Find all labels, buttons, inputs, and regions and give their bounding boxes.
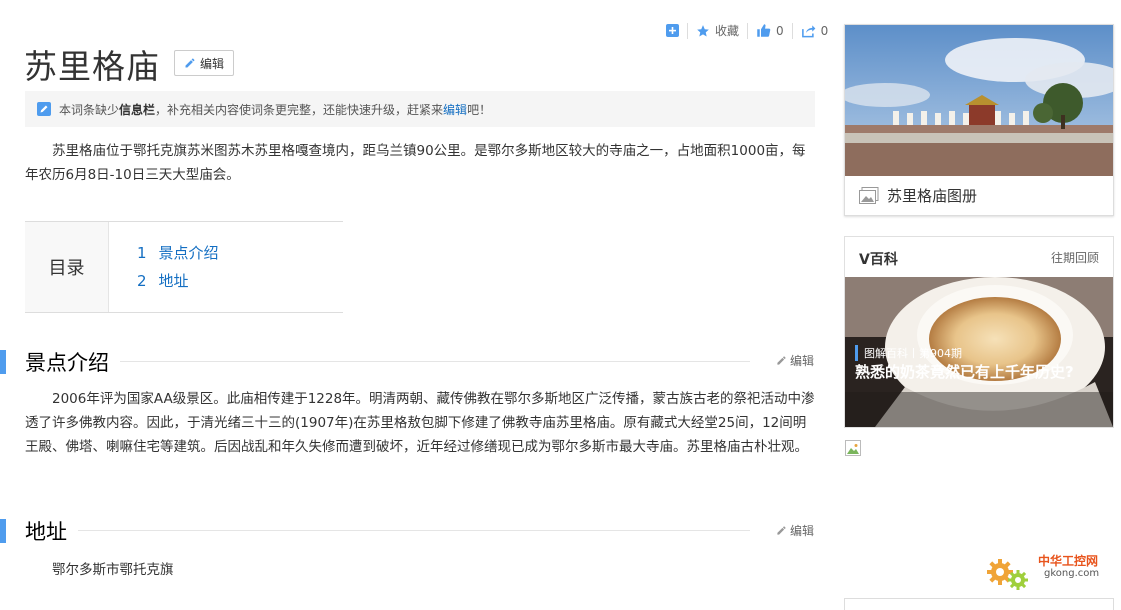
vbaike-article-title[interactable]: 熟悉的奶茶竟然已有上千年历史? xyxy=(855,361,1074,382)
toc-item-number: 1 xyxy=(137,244,147,262)
album-caption-label: 苏里格庙图册 xyxy=(887,187,978,205)
edit-entry-button[interactable]: 编辑 xyxy=(174,50,234,76)
page-title: 苏里格庙 xyxy=(24,47,160,86)
notice-text-middle: ，补充相关内容使词条更完整，还能快速升级，赶紧来 xyxy=(155,102,444,117)
share-button[interactable]: 0 xyxy=(793,24,837,38)
section-divider xyxy=(78,530,750,531)
watermark-line2: gkong.com xyxy=(1044,568,1100,579)
toc-label: 目录 xyxy=(25,222,109,312)
pencil-icon xyxy=(777,526,786,535)
toc-item-label: 景点介绍 xyxy=(158,244,219,262)
section-title-scenic: 景点介绍 xyxy=(25,347,117,377)
gear-icon xyxy=(987,559,1028,590)
broken-image-placeholder xyxy=(845,440,861,456)
vbaike-title: V百科 xyxy=(859,252,898,268)
vbaike-card: V百科 往期回顾 图解百科丨第904期 熟悉的奶茶竟然已有上千年历史? xyxy=(844,236,1114,428)
favorite-button[interactable]: 收藏 xyxy=(688,22,747,39)
edit-note-icon xyxy=(37,102,51,116)
pencil-icon xyxy=(777,356,786,365)
vbaike-more-link[interactable]: 往期回顾 xyxy=(1051,249,1099,266)
section-edit-button[interactable]: 编辑 xyxy=(776,522,814,539)
watermark: 中华工控网 gkong.com xyxy=(984,548,1112,598)
section-edit-label: 编辑 xyxy=(790,354,815,368)
like-button[interactable]: 0 xyxy=(748,23,792,38)
missing-infobox-notice: 本词条缺少 信息栏 ，补充相关内容使词条更完整，还能快速升级，赶紧来 编辑 吧！ xyxy=(25,91,815,127)
share-icon xyxy=(801,24,816,37)
section-body-address: 鄂尔多斯市鄂托克旗 xyxy=(52,562,174,578)
toc-item-address[interactable]: 2 地址 xyxy=(137,270,189,291)
section-edit-label: 编辑 xyxy=(790,524,815,538)
toc-item-label: 地址 xyxy=(158,272,189,290)
section-edit-button[interactable]: 编辑 xyxy=(776,352,814,369)
section-marker xyxy=(0,350,6,374)
like-count: 0 xyxy=(776,23,784,38)
gallery-icon xyxy=(859,186,879,204)
add-button[interactable] xyxy=(658,24,687,37)
share-count: 0 xyxy=(820,23,829,38)
section-title-address: 地址 xyxy=(25,516,75,546)
toc-item-scenic[interactable]: 1 景点介绍 xyxy=(137,242,219,263)
thumbs-up-icon xyxy=(757,24,771,37)
star-icon xyxy=(697,24,709,37)
notice-text-before: 本词条缺少 xyxy=(59,102,120,117)
notice-bold: 信息栏 xyxy=(119,102,156,117)
notice-text-after: 吧！ xyxy=(467,102,492,117)
watermark-line1: 中华工控网 xyxy=(1038,554,1099,568)
favorite-label: 收藏 xyxy=(715,24,740,38)
vbaike-issue-tag: 图解百科丨第904期 xyxy=(855,345,962,361)
photo-album-card[interactable]: 苏里格庙图册 xyxy=(844,24,1114,216)
summary-paragraph: 苏里格庙位于鄂托克旗苏米图苏木苏里格嘎查境内，距乌兰镇90公里。是鄂尔多斯地区较… xyxy=(25,143,806,183)
section-divider xyxy=(120,361,750,362)
section-body-scenic: 2006年评为国家AA级景区。此庙相传建于1228年。明清两朝、藏传佛教在鄂尔多… xyxy=(25,391,815,455)
album-caption[interactable]: 苏里格庙图册 xyxy=(859,185,977,206)
notice-edit-link[interactable]: 编辑 xyxy=(443,101,467,118)
broken-image-icon xyxy=(847,444,859,454)
plus-square-icon xyxy=(666,24,679,37)
section-marker xyxy=(0,519,6,543)
table-of-contents: 目录 1 景点介绍 2 地址 xyxy=(25,221,343,313)
toc-item-number: 2 xyxy=(137,272,147,290)
sidebar-card-edge xyxy=(844,598,1114,610)
action-toolbar: 收藏 0 0 xyxy=(658,22,836,39)
pencil-icon xyxy=(185,58,195,68)
edit-entry-label: 编辑 xyxy=(199,56,224,71)
temple-photo xyxy=(845,25,1113,176)
